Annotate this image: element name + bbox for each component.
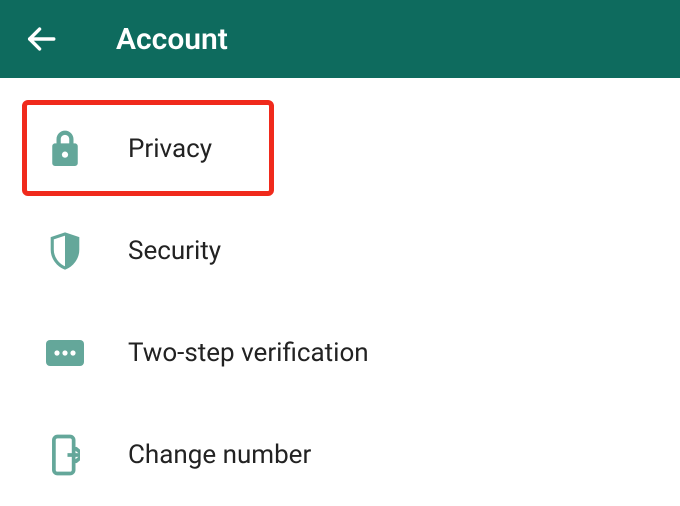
header-title: Account [116, 22, 228, 57]
header: Account [0, 0, 680, 78]
shield-icon [40, 231, 90, 271]
settings-item-label: Change number [128, 440, 311, 470]
settings-item-label: Two-step verification [128, 338, 369, 368]
settings-item-label: Privacy [128, 134, 212, 164]
settings-item-two-step[interactable]: Two-step verification [0, 302, 680, 404]
settings-item-label: Security [128, 236, 221, 266]
settings-list: Privacy Security Two-step verification [0, 78, 680, 506]
dots-icon [40, 339, 90, 367]
settings-item-privacy[interactable]: Privacy [0, 98, 680, 200]
back-arrow-icon[interactable] [24, 22, 58, 56]
phone-swap-icon [40, 434, 90, 476]
lock-icon [40, 129, 90, 169]
settings-item-security[interactable]: Security [0, 200, 680, 302]
settings-item-change-number[interactable]: Change number [0, 404, 680, 506]
